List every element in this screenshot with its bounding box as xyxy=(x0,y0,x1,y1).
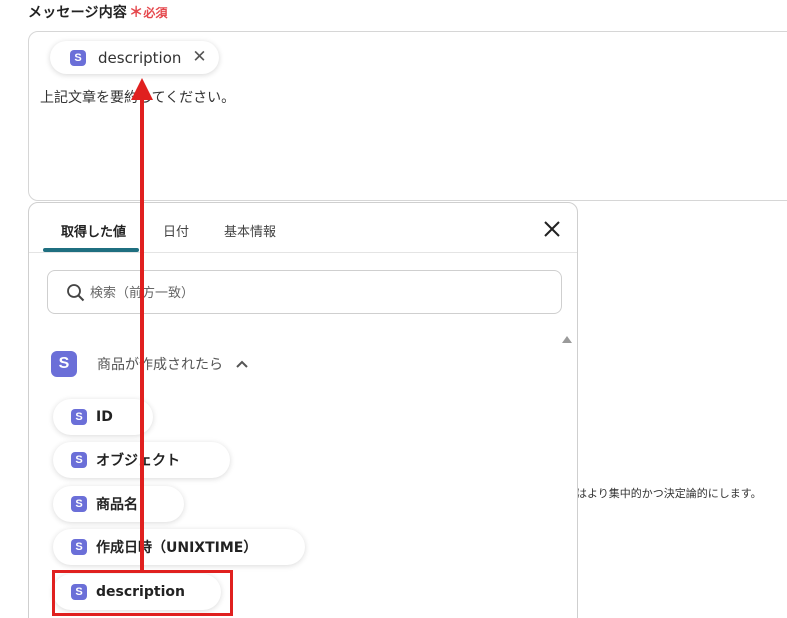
annotation-arrow-icon xyxy=(131,78,153,573)
